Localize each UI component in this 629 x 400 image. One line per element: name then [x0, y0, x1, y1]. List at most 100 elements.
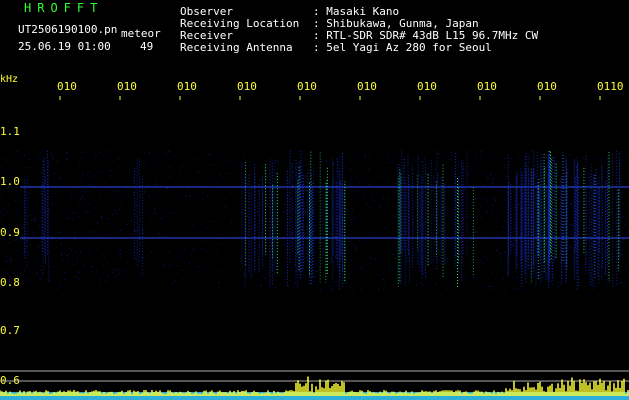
noise-speck — [117, 274, 119, 276]
noise-speck — [426, 188, 428, 190]
noise-speck — [395, 216, 397, 218]
noise-speck — [413, 157, 415, 159]
noise-speck — [113, 161, 115, 163]
noise-speck — [359, 182, 361, 184]
noise-speck — [220, 223, 222, 224]
noise-speck — [246, 183, 248, 185]
noise-speck — [101, 217, 103, 219]
noise-speck — [51, 204, 53, 206]
noise-speck — [253, 271, 255, 273]
noise-speck — [15, 200, 17, 201]
noise-speck — [112, 189, 114, 191]
noise-speck — [603, 222, 605, 223]
noise-speck — [285, 243, 287, 245]
noise-speck — [122, 289, 124, 291]
noise-speck — [369, 209, 371, 211]
noise-speck — [163, 230, 165, 232]
noise-speck — [594, 182, 596, 184]
noise-speck — [384, 173, 386, 175]
noise-speck — [159, 163, 161, 165]
noise-speck — [308, 162, 310, 164]
noise-speck — [515, 288, 517, 290]
noise-speck — [39, 158, 41, 160]
noise-speck — [182, 165, 184, 167]
noise-speck — [199, 239, 201, 241]
noise-speck — [207, 150, 209, 152]
noise-speck — [471, 246, 473, 248]
noise-speck — [418, 175, 420, 177]
noise-speck — [470, 239, 472, 241]
noise-speck — [0, 218, 2, 220]
noise-speck — [61, 252, 63, 254]
signal-level-trace — [0, 376, 629, 400]
noise-speck — [602, 242, 604, 244]
noise-speck — [152, 173, 154, 175]
noise-speck — [482, 263, 484, 265]
noise-speck — [492, 178, 494, 180]
noise-speck — [370, 257, 372, 259]
noise-speck — [574, 279, 576, 281]
noise-speck — [226, 228, 228, 230]
noise-speck — [313, 281, 315, 282]
noise-speck — [476, 168, 478, 170]
noise-speck — [383, 203, 385, 205]
noise-speck — [353, 222, 355, 224]
noise-speck — [435, 283, 437, 285]
noise-speck — [137, 227, 139, 228]
noise-speck — [222, 224, 224, 226]
noise-speck — [625, 154, 627, 156]
noise-speck — [195, 171, 197, 173]
noise-speck — [597, 192, 599, 194]
noise-speck — [222, 256, 224, 258]
noise-speck — [88, 211, 90, 213]
noise-speck — [467, 166, 469, 168]
noise-speck — [625, 268, 627, 270]
noise-speck — [197, 171, 199, 173]
noise-speck — [288, 285, 290, 287]
noise-speck — [529, 158, 531, 160]
noise-speck — [265, 219, 267, 221]
noise-speck — [1, 208, 3, 210]
noise-speck — [298, 190, 300, 191]
noise-speck — [189, 262, 191, 264]
noise-speck — [112, 150, 114, 152]
noise-speck — [523, 197, 525, 198]
noise-speck — [84, 211, 86, 213]
noise-speck — [621, 254, 623, 256]
noise-speck — [435, 267, 437, 269]
noise-speck — [90, 257, 92, 259]
noise-speck — [202, 214, 204, 216]
noise-speck — [415, 271, 417, 273]
noise-speck — [10, 181, 12, 182]
noise-speck — [260, 203, 262, 205]
noise-speck — [532, 160, 534, 162]
noise-speck — [558, 253, 560, 255]
noise-speck — [181, 152, 183, 154]
noise-speck — [29, 214, 31, 216]
noise-speck — [571, 225, 573, 227]
noise-speck — [276, 222, 278, 224]
noise-speck — [345, 259, 347, 261]
noise-speck — [495, 288, 497, 290]
noise-speck — [34, 216, 36, 218]
noise-speck — [261, 284, 262, 286]
noise-speck — [64, 228, 66, 230]
noise-speck — [364, 197, 366, 199]
noise-speck — [71, 157, 73, 158]
noise-speck — [117, 236, 119, 238]
noise-speck — [377, 285, 379, 287]
noise-speck — [49, 251, 51, 253]
noise-speck — [329, 286, 331, 288]
noise-speck — [622, 238, 624, 240]
noise-speck — [382, 289, 384, 291]
noise-speck — [13, 288, 14, 289]
noise-speck — [97, 177, 98, 179]
noise-speck — [609, 279, 611, 281]
noise-speck — [8, 203, 10, 205]
noise-speck — [542, 162, 544, 164]
noise-speck — [177, 240, 179, 242]
noise-speck — [595, 276, 597, 278]
noise-speck — [465, 216, 467, 217]
noise-speck — [112, 214, 114, 215]
noise-speck — [453, 207, 455, 209]
